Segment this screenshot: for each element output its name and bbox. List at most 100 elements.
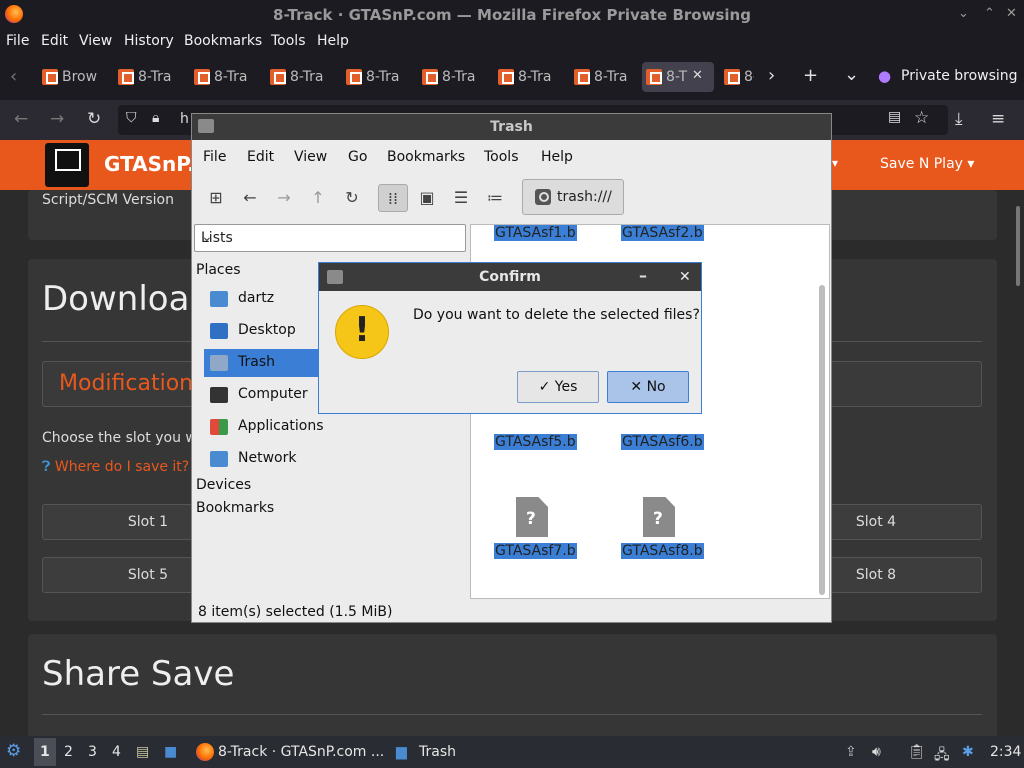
show-desktop-icon[interactable]: ■: [164, 744, 177, 760]
menu-file[interactable]: File: [6, 33, 29, 49]
close-icon[interactable]: ✕: [1006, 6, 1017, 21]
clipboard-icon[interactable]: 📋︎: [908, 744, 926, 760]
thumbnail-view-icon[interactable]: ▣: [412, 184, 442, 212]
no-button[interactable]: ✕ No: [607, 371, 689, 403]
detailed-view-icon[interactable]: ≔: [480, 184, 510, 212]
new-tab-icon[interactable]: ⊞: [201, 184, 231, 212]
tab[interactable]: 8-Tra: [114, 62, 186, 92]
fm-menu-tools[interactable]: Tools: [484, 149, 519, 165]
forward-icon[interactable]: →: [269, 184, 299, 212]
icon-view-icon[interactable]: ⁞⁞: [378, 184, 408, 212]
tab[interactable]: 8-Tra: [342, 62, 414, 92]
tab-strip: ‹ Brow 8-Tra 8-Tra 8-Tra 8-Tra 8-Tra 8-T…: [0, 54, 1024, 100]
reader-view-icon[interactable]: ▤: [888, 109, 901, 125]
script-version-label: Script/SCM Version: [42, 192, 174, 208]
file-manager-launcher-icon[interactable]: ▤: [136, 744, 149, 760]
updates-icon[interactable]: ⇪: [845, 744, 857, 760]
new-tab-icon[interactable]: +: [803, 65, 818, 86]
downloads-icon[interactable]: ⤓: [955, 109, 963, 129]
computer-icon: [210, 387, 228, 403]
divider: [42, 714, 982, 715]
minimize-icon[interactable]: ⌄: [958, 6, 969, 21]
reload-icon[interactable]: ↻: [87, 109, 101, 129]
workspace-1[interactable]: 1: [40, 744, 50, 760]
save-icon: [118, 69, 134, 85]
parent-folder-icon[interactable]: ↑: [303, 184, 333, 212]
place-applications[interactable]: Applications: [206, 413, 326, 441]
file-item[interactable]: ?GTASAsf1.b: [492, 225, 582, 249]
maximize-icon[interactable]: ⌃: [984, 6, 995, 21]
tab[interactable]: 8-Tra: [570, 62, 642, 92]
fm-menu-help[interactable]: Help: [541, 149, 573, 165]
where-save-link[interactable]: ❓︎ Where do I save it?: [42, 459, 189, 475]
page-scrollbar[interactable]: [1016, 206, 1020, 286]
side-pane-mode-select[interactable]: Lists ⌄: [194, 224, 466, 252]
tab-active[interactable]: 8-T ✕: [642, 62, 714, 92]
menu-history[interactable]: History: [124, 33, 174, 49]
download-heading: Downloa: [42, 279, 190, 319]
reload-icon[interactable]: ↻: [337, 184, 367, 212]
save-icon: [646, 69, 662, 85]
network-tray-icon[interactable]: 🖧︎: [934, 744, 950, 768]
fm-menu-bookmarks[interactable]: Bookmarks: [387, 149, 465, 165]
fm-menu-edit[interactable]: Edit: [247, 149, 274, 165]
workspace-4[interactable]: 4: [112, 744, 121, 760]
place-trash[interactable]: Trash: [204, 349, 318, 377]
volume-icon[interactable]: 🔊︎: [872, 744, 881, 760]
forward-icon[interactable]: →: [50, 109, 64, 129]
start-menu-icon[interactable]: ⚙: [6, 741, 21, 761]
close-tab-icon[interactable]: ✕: [692, 68, 703, 83]
tab[interactable]: 8-Tra: [494, 62, 566, 92]
scroll-tabs-left-icon[interactable]: ‹: [10, 66, 17, 87]
yes-button[interactable]: ✓ Yes: [517, 371, 599, 403]
bookmark-star-icon[interactable]: ☆: [914, 108, 929, 128]
app-menu-icon[interactable]: ≡: [991, 109, 1005, 129]
path-bar[interactable]: trash:///: [522, 179, 624, 215]
menu-tools[interactable]: Tools: [271, 33, 306, 49]
clock[interactable]: 2:34: [990, 744, 1021, 760]
dropdown-caret-icon[interactable]: ▾: [832, 156, 838, 170]
file-item[interactable]: ?GTASAsf2.b: [619, 225, 709, 249]
back-icon[interactable]: ←: [14, 109, 28, 129]
minimize-icon[interactable]: –: [639, 262, 647, 290]
trash-task[interactable]: Trash: [419, 744, 456, 760]
place-desktop[interactable]: Desktop: [206, 317, 326, 345]
file-item[interactable]: ? GTASAsf8.b: [619, 497, 709, 567]
lock-icon[interactable]: 🔒︎: [152, 110, 159, 126]
place-computer[interactable]: Computer: [206, 381, 326, 409]
list-all-tabs-icon[interactable]: ⌄: [844, 64, 859, 85]
menu-help[interactable]: Help: [317, 33, 349, 49]
save-n-play-menu[interactable]: Save N Play ▾: [880, 156, 974, 172]
firefox-task[interactable]: 8-Track · GTASnP.com ...: [218, 744, 384, 760]
fm-menu-view[interactable]: View: [294, 149, 327, 165]
tab[interactable]: Brow: [38, 62, 110, 92]
scroll-tabs-right-icon[interactable]: ›: [768, 65, 775, 86]
place-network[interactable]: Network: [206, 445, 326, 473]
bluetooth-icon[interactable]: ✱: [962, 744, 974, 760]
save-icon: [346, 69, 362, 85]
compact-view-icon[interactable]: ☰: [446, 184, 476, 212]
unknown-file-icon: ?: [516, 497, 548, 537]
tab[interactable]: 8-: [720, 62, 756, 92]
save-icon: [194, 69, 210, 85]
file-manager-titlebar[interactable]: Trash: [192, 114, 831, 140]
file-item[interactable]: ? GTASAsf7.b: [492, 497, 582, 567]
fm-menu-go[interactable]: Go: [348, 149, 367, 165]
close-icon[interactable]: ✕: [679, 263, 691, 291]
workspace-2[interactable]: 2: [64, 744, 73, 760]
fm-menu-file[interactable]: File: [203, 149, 226, 165]
site-logo-icon[interactable]: [45, 143, 89, 187]
dialog-titlebar[interactable]: Confirm – ✕: [319, 263, 701, 291]
menu-view[interactable]: View: [79, 33, 112, 49]
workspace-3[interactable]: 3: [88, 744, 97, 760]
tab[interactable]: 8-Tra: [418, 62, 490, 92]
icon-view-scrollbar[interactable]: [819, 285, 825, 595]
menu-edit[interactable]: Edit: [41, 33, 68, 49]
shield-icon[interactable]: ⛉: [126, 110, 137, 126]
back-icon[interactable]: ←: [235, 184, 265, 212]
place-home[interactable]: dartz: [206, 285, 326, 313]
tab[interactable]: 8-Tra: [190, 62, 262, 92]
menu-bookmarks[interactable]: Bookmarks: [184, 33, 262, 49]
x-icon: ✕: [630, 379, 643, 395]
tab[interactable]: 8-Tra: [266, 62, 338, 92]
